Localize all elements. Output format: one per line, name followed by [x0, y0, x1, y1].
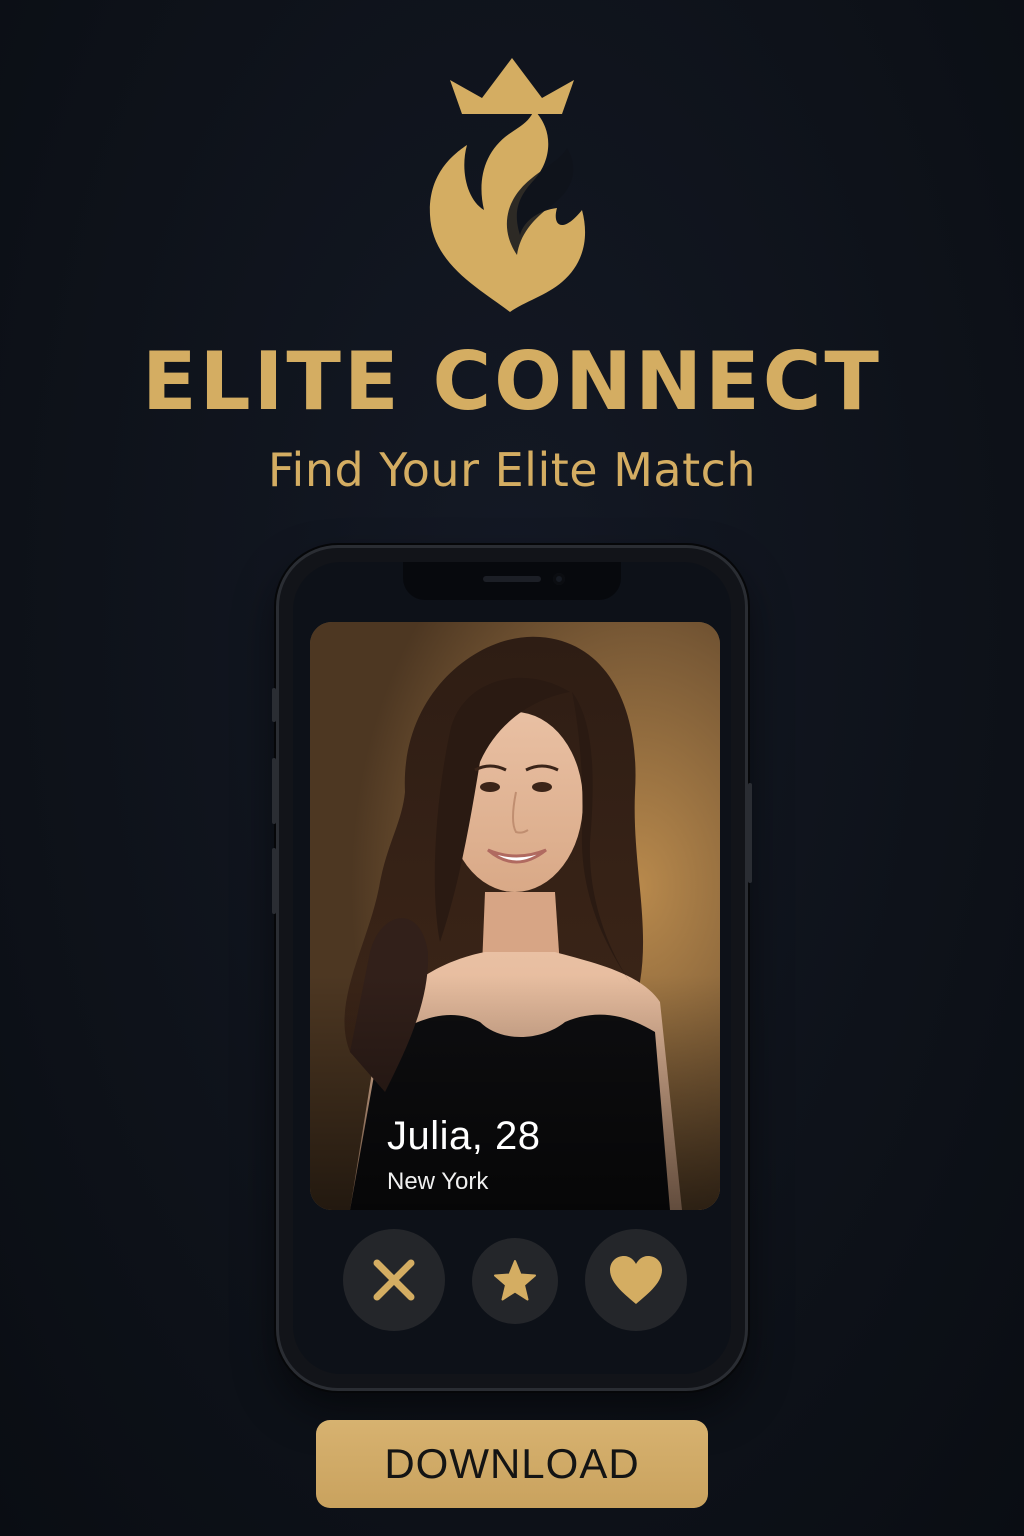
phone-volume-up-button — [272, 758, 276, 824]
brand-title: ELITE CONNECT — [141, 335, 882, 428]
phone-volume-down-button — [272, 848, 276, 914]
crown-flame-logo-icon — [429, 58, 586, 312]
phone-side-button — [272, 688, 276, 722]
star-icon — [494, 1260, 536, 1301]
phone-power-button — [748, 783, 752, 883]
dislike-button[interactable] — [343, 1229, 445, 1331]
phone-camera — [553, 573, 565, 585]
heart-icon — [610, 1256, 662, 1304]
superlike-button[interactable] — [472, 1238, 558, 1324]
download-button[interactable]: DOWNLOAD — [316, 1420, 708, 1508]
profile-card[interactable]: Julia, 28 New York — [310, 622, 720, 1210]
phone-notch — [403, 562, 621, 600]
phone-speaker — [483, 576, 541, 582]
close-icon — [373, 1259, 415, 1301]
phone-mockup: Julia, 28 New York — [272, 545, 752, 1391]
app-promo-page: ELITE CONNECT Find Your Elite Match Juli… — [0, 0, 1024, 1536]
like-button[interactable] — [585, 1229, 687, 1331]
tagline: Find Your Elite Match — [267, 443, 757, 497]
profile-name-age: Julia, 28 — [387, 1114, 541, 1158]
profile-location: New York — [387, 1168, 489, 1195]
phone-screen: Julia, 28 New York — [293, 562, 731, 1374]
